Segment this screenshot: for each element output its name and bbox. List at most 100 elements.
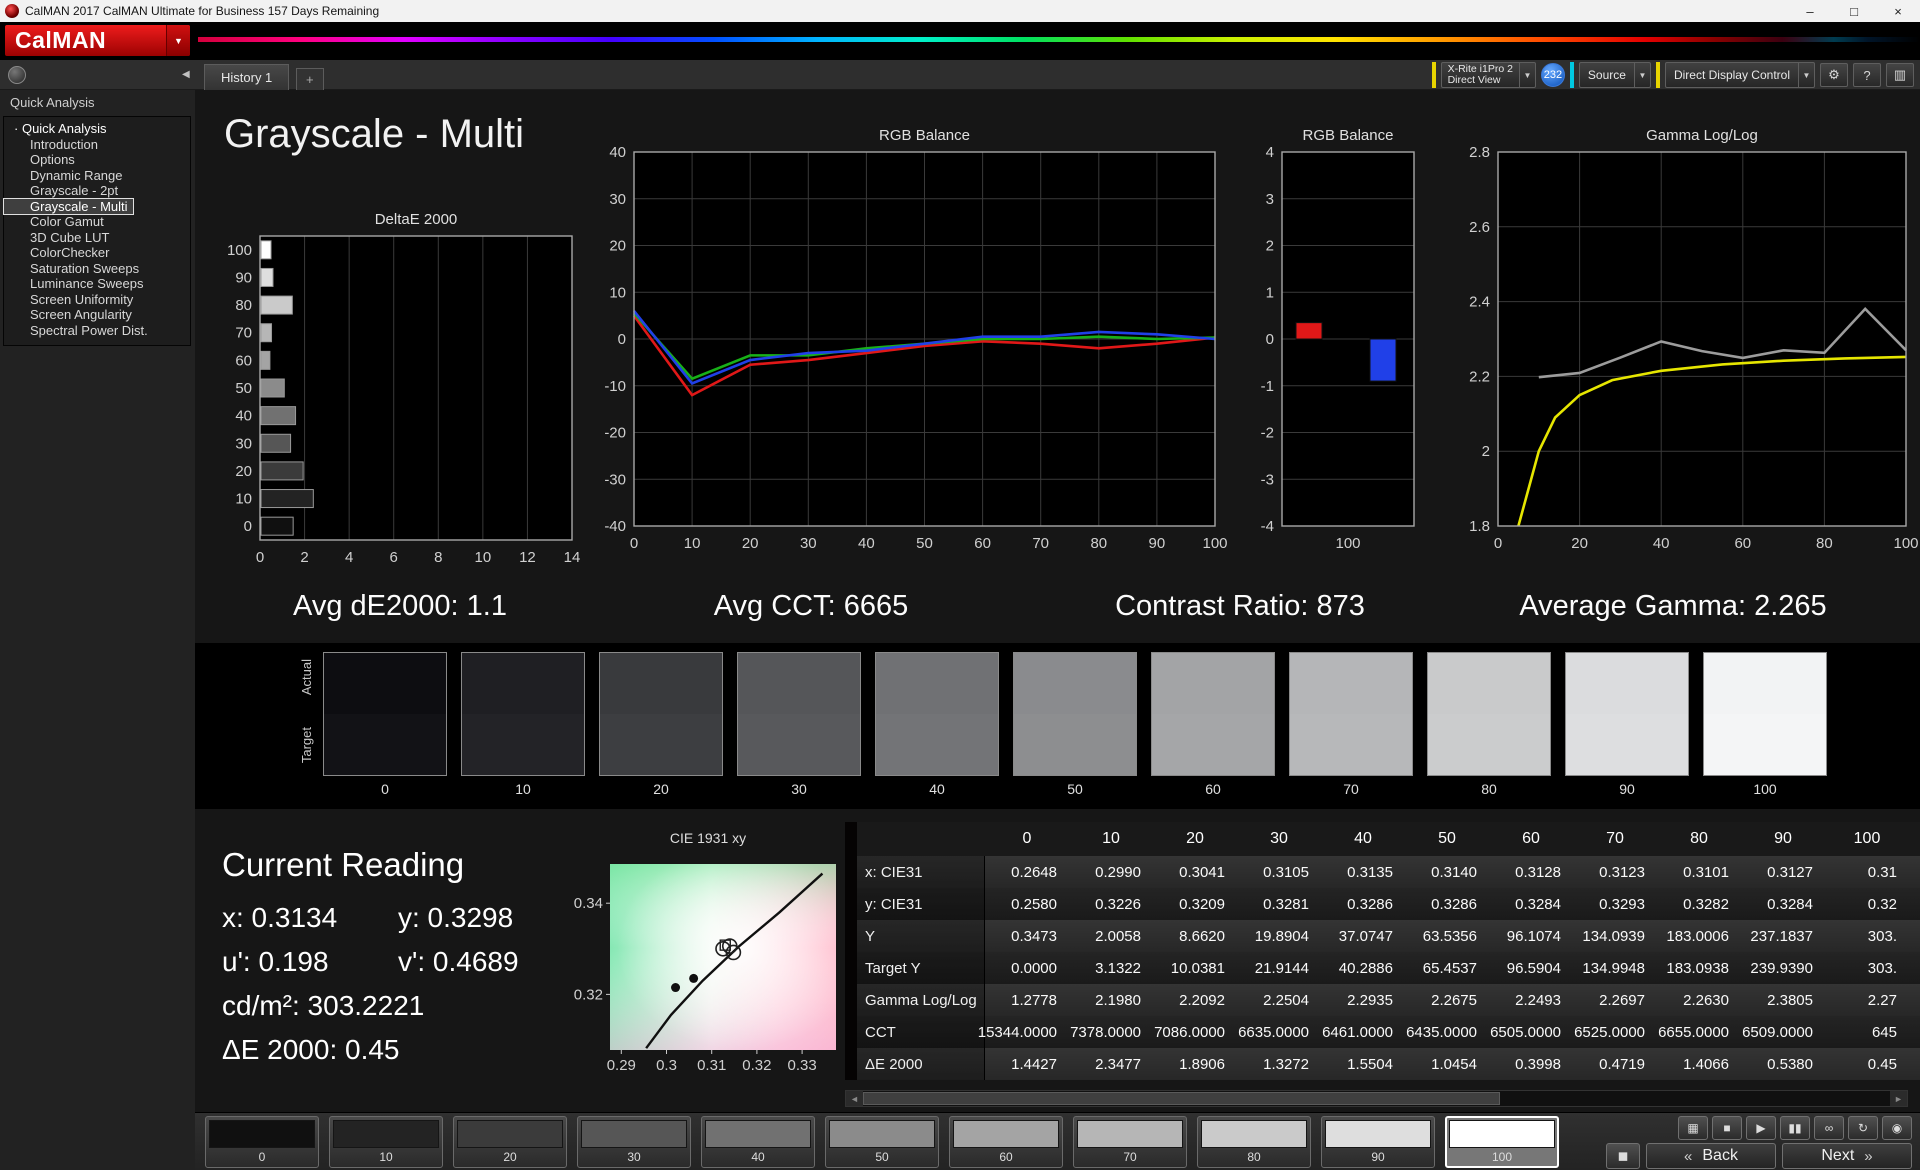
- grayscale-swatch-0: 0: [323, 652, 447, 797]
- level-patch-50[interactable]: 50: [825, 1116, 939, 1168]
- tick-label: -3: [1261, 471, 1274, 488]
- tick-label: 0.31: [697, 1057, 726, 1074]
- scroll-left-arrow[interactable]: ◄: [846, 1091, 863, 1106]
- grayscale-swatch-30: 30: [737, 652, 861, 797]
- actual-half: [1152, 653, 1274, 714]
- level-patch-100[interactable]: 100: [1445, 1116, 1559, 1168]
- quick-menu-button[interactable]: [8, 66, 26, 84]
- meter-count-badge[interactable]: 232: [1541, 63, 1565, 87]
- pattern-fullscreen-button[interactable]: ◼: [1606, 1143, 1640, 1169]
- patch-swatch: [457, 1120, 563, 1148]
- patch-swatch: [1077, 1120, 1183, 1148]
- next-button[interactable]: Next »: [1782, 1143, 1912, 1169]
- calman-logo[interactable]: CalMAN ▼: [5, 25, 190, 56]
- swatch-label: 20: [599, 781, 723, 797]
- sidebar-item-color-gamut[interactable]: Color Gamut: [4, 214, 190, 230]
- refresh-button[interactable]: ↻: [1848, 1116, 1878, 1140]
- scroll-thumb[interactable]: [863, 1092, 1500, 1105]
- patch-label: 0: [209, 1148, 315, 1166]
- scroll-track[interactable]: [863, 1091, 1890, 1106]
- sidebar-item-screen-angularity[interactable]: Screen Angularity: [4, 307, 190, 323]
- table-cell: 2.27: [1825, 984, 1909, 1016]
- level-patch-80[interactable]: 80: [1197, 1116, 1311, 1168]
- swatch-box: [599, 652, 723, 776]
- tick-label: 0.32: [574, 986, 603, 1003]
- table-cell: 6655.0000: [1657, 1016, 1741, 1048]
- pattern-window-button[interactable]: ▦: [1678, 1116, 1708, 1140]
- chevron-down-icon[interactable]: ▼: [1798, 63, 1814, 87]
- tab-history-1[interactable]: History 1: [204, 64, 289, 90]
- sidebar-item-3d-cube-lut[interactable]: 3D Cube LUT: [4, 230, 190, 246]
- sidebar-item-saturation-sweeps[interactable]: Saturation Sweeps: [4, 261, 190, 277]
- sidebar-collapse-icon[interactable]: ◀: [182, 69, 190, 80]
- table-cell: 6435.0000: [1405, 1016, 1489, 1048]
- sidebar-item-options[interactable]: Options: [4, 152, 190, 168]
- tick-label: 100: [1893, 535, 1918, 552]
- sidebar-item-dynamic-range[interactable]: Dynamic Range: [4, 168, 190, 184]
- sidebar-item-screen-uniformity[interactable]: Screen Uniformity: [4, 292, 190, 308]
- luminance-value: cd/m²: 303.2221: [222, 990, 592, 1022]
- sidebar-item-grayscale-2pt[interactable]: Grayscale - 2pt: [4, 183, 190, 199]
- table-scrollbar[interactable]: ◄ ►: [845, 1090, 1908, 1107]
- actual-half: [1704, 653, 1826, 714]
- play-button[interactable]: ▶: [1746, 1116, 1776, 1140]
- scroll-right-arrow[interactable]: ►: [1890, 1091, 1907, 1106]
- chevron-down-icon[interactable]: ▼: [1519, 63, 1535, 87]
- sidebar-item-introduction[interactable]: Introduction: [4, 137, 190, 153]
- logo-menu-caret-icon[interactable]: ▼: [166, 25, 190, 56]
- uv-readout: u': 0.198 v': 0.4689: [222, 946, 592, 978]
- avg-cct-readout: Avg CCT: 6665: [714, 590, 909, 623]
- table-cell: 2.2630: [1657, 984, 1741, 1016]
- deltae-bar: [261, 407, 296, 425]
- sidebar-item-quick-analysis[interactable]: Quick Analysis: [4, 121, 190, 137]
- tick-label: 60: [235, 352, 252, 369]
- stop-button[interactable]: ■: [1712, 1116, 1742, 1140]
- tick-label: 10: [684, 535, 701, 552]
- swatch-label: 80: [1427, 781, 1551, 797]
- sidebar-item-luminance-sweeps[interactable]: Luminance Sweeps: [4, 276, 190, 292]
- sidebar-item-grayscale-multi[interactable]: Grayscale - Multi: [4, 199, 133, 215]
- level-patch-30[interactable]: 30: [577, 1116, 691, 1168]
- level-patch-0[interactable]: 0: [205, 1116, 319, 1168]
- level-patch-90[interactable]: 90: [1321, 1116, 1435, 1168]
- back-button[interactable]: « Back: [1646, 1143, 1776, 1169]
- minimize-button[interactable]: –: [1788, 0, 1832, 22]
- sidebar-item-spectral-power-dist[interactable]: Spectral Power Dist.: [4, 323, 190, 339]
- deltae-bar: [261, 462, 303, 480]
- table-col-header: 60: [1489, 830, 1573, 848]
- table-cell: 237.1837: [1741, 920, 1825, 952]
- settings-gear-button[interactable]: ⚙: [1820, 63, 1848, 87]
- table-col-header: 70: [1573, 830, 1657, 848]
- loop-button[interactable]: ∞: [1814, 1116, 1844, 1140]
- level-patch-40[interactable]: 40: [701, 1116, 815, 1168]
- record-button[interactable]: ◉: [1882, 1116, 1912, 1140]
- tick-label: 20: [609, 238, 626, 255]
- swatch-label: 90: [1565, 781, 1689, 797]
- pause-button[interactable]: ▮▮: [1780, 1116, 1810, 1140]
- maximize-button[interactable]: □: [1832, 0, 1876, 22]
- table-cell: 0.32: [1825, 888, 1909, 920]
- red-balance-bar: [1296, 323, 1322, 339]
- grayscale-swatch-60: 60: [1151, 652, 1275, 797]
- table-cell: 0.3101: [1657, 856, 1741, 888]
- window-controls: – □ ×: [1788, 0, 1920, 22]
- close-button[interactable]: ×: [1876, 0, 1920, 22]
- source-selector[interactable]: Source ▼: [1579, 62, 1651, 88]
- add-tab-button[interactable]: +: [296, 68, 324, 90]
- swatch-label: 50: [1013, 781, 1137, 797]
- display-control-selector[interactable]: Direct Display Control ▼: [1665, 62, 1815, 88]
- level-patch-70[interactable]: 70: [1073, 1116, 1187, 1168]
- level-patch-10[interactable]: 10: [329, 1116, 443, 1168]
- chevron-down-icon[interactable]: ▼: [1634, 63, 1650, 87]
- patch-label: 70: [1077, 1148, 1183, 1166]
- grayscale-swatch-20: 20: [599, 652, 723, 797]
- level-patch-20[interactable]: 20: [453, 1116, 567, 1168]
- meter-selector[interactable]: X-Rite i1Pro 2 Direct View ▼: [1441, 62, 1536, 88]
- gamma-chart: Gamma Log/Log0204060801002.82.62.42.221.…: [1446, 126, 1916, 558]
- table-col-header: 0: [985, 830, 1069, 848]
- level-patch-60[interactable]: 60: [949, 1116, 1063, 1168]
- help-button[interactable]: ?: [1853, 63, 1881, 87]
- deltae-chart: DeltaE 200002468101214100908070605040302…: [226, 206, 578, 574]
- sidebar-item-colorchecker[interactable]: ColorChecker: [4, 245, 190, 261]
- layout-button[interactable]: ▥: [1886, 63, 1914, 87]
